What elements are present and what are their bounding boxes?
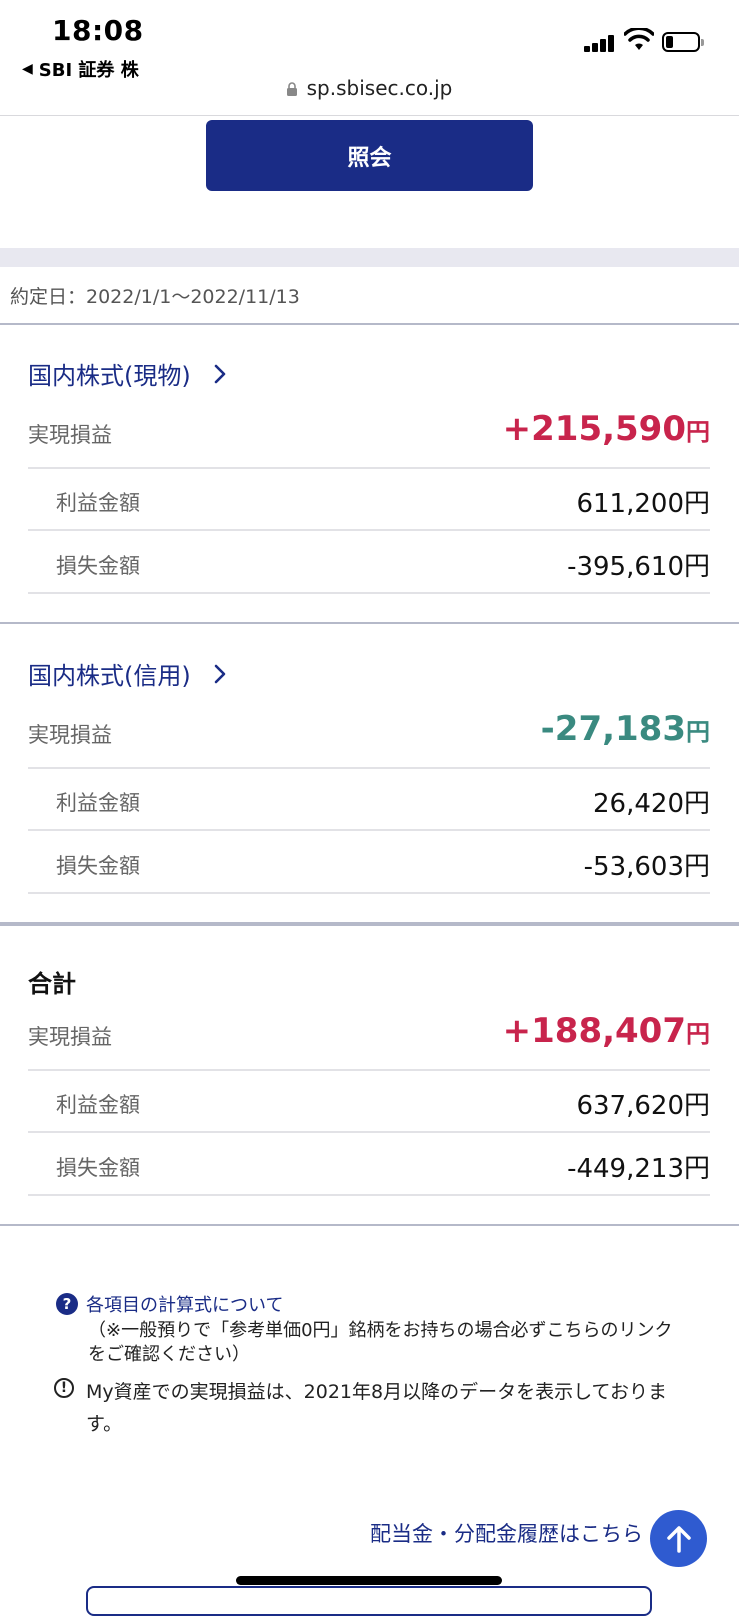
divider	[0, 922, 739, 926]
url-text: sp.sbisec.co.jp	[306, 76, 453, 100]
realized-pl-label: 実現損益	[28, 1025, 112, 1049]
question-icon: ?	[56, 1293, 78, 1315]
info-note-text: My資産での実現損益は、2021年8月以降のデータを表示しております。	[86, 1381, 667, 1435]
realized-pl-row: 実現損益 -27,183円	[28, 709, 710, 769]
realized-pl-label: 実現損益	[28, 723, 112, 747]
date-range-label: 約定日：2022/1/1〜2022/11/13	[10, 286, 300, 308]
realized-pl-value: +188,407円	[502, 1011, 710, 1051]
divider	[0, 323, 739, 325]
loss-amount-label: 損失金額	[56, 554, 140, 578]
chevron-right-icon	[214, 364, 226, 383]
clock: 18:08	[52, 14, 144, 47]
section-title-spot-link[interactable]: 国内株式(現物)	[28, 356, 227, 391]
section-title-label: 国内株式(信用)	[28, 662, 191, 690]
profit-amount-value: 26,420円	[593, 789, 710, 819]
loss-amount-value: -395,610円	[567, 552, 710, 582]
section-title-label: 合計	[28, 970, 76, 998]
profit-amount-label: 利益金額	[56, 791, 140, 815]
loss-amount-row: 損失金額 -395,610円	[28, 531, 710, 594]
loss-amount-label: 損失金額	[56, 1156, 140, 1180]
profit-amount-value: 637,620円	[576, 1091, 710, 1121]
battery-icon	[662, 32, 704, 52]
formula-note-text: （※一般預りで「参考単価0円」銘柄をお持ちの場合必ずこちらのリンクをご確認くださ…	[88, 1320, 673, 1365]
section-separator	[0, 248, 739, 267]
address-bar[interactable]: sp.sbisec.co.jp	[0, 76, 739, 100]
realized-pl-label: 実現損益	[28, 423, 112, 447]
arrow-up-icon	[666, 1525, 691, 1553]
search-button[interactable]: 照会	[206, 120, 533, 191]
realized-pl-row: 実現損益 +188,407円	[28, 1011, 710, 1071]
scroll-to-top-button[interactable]	[650, 1510, 707, 1567]
section-title-label: 国内株式(現物)	[28, 362, 191, 390]
loss-amount-row: 損失金額 -449,213円	[28, 1133, 710, 1196]
wifi-icon	[624, 28, 654, 50]
lock-icon	[286, 82, 297, 96]
profit-amount-row: 利益金額 26,420円	[28, 768, 710, 831]
home-indicator[interactable]	[236, 1576, 502, 1585]
section-title-margin-link[interactable]: 国内株式(信用)	[28, 656, 227, 691]
bottom-button[interactable]	[86, 1586, 652, 1616]
profit-amount-label: 利益金額	[56, 1093, 140, 1117]
dividend-history-link[interactable]: 配当金・分配金履歴はこちら	[370, 1518, 643, 1548]
realized-pl-value: +215,590円	[502, 409, 710, 449]
realized-pl-row: 実現損益 +215,590円	[28, 409, 710, 469]
signal-icon	[584, 32, 616, 52]
profit-amount-row: 利益金額 611,200円	[28, 468, 710, 531]
chevron-right-icon	[214, 664, 226, 683]
divider	[0, 1224, 739, 1226]
info-icon: !	[54, 1378, 74, 1398]
profit-amount-value: 611,200円	[576, 489, 710, 519]
divider	[0, 622, 739, 624]
loss-amount-value: -449,213円	[567, 1154, 710, 1184]
loss-amount-label: 損失金額	[56, 854, 140, 878]
section-title-total: 合計	[28, 964, 76, 999]
realized-pl-value: -27,183円	[540, 709, 710, 749]
loss-amount-row: 損失金額 -53,603円	[28, 831, 710, 894]
formula-link[interactable]: 各項目の計算式について	[86, 1291, 283, 1317]
profit-amount-label: 利益金額	[56, 491, 140, 515]
browser-header: 18:08 ◀ SBI 証券 株 sp.sbisec.co.jp	[0, 0, 739, 116]
profit-amount-row: 利益金額 637,620円	[28, 1070, 710, 1133]
loss-amount-value: -53,603円	[583, 852, 710, 882]
back-triangle-icon: ◀	[22, 61, 33, 77]
